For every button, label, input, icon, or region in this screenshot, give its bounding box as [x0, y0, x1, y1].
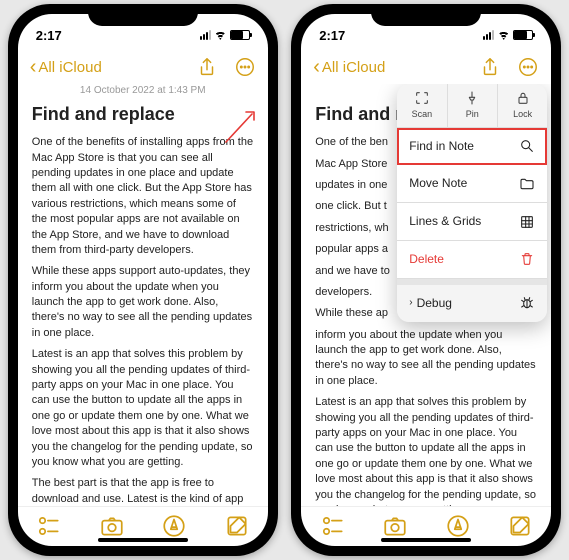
scan-icon — [414, 90, 430, 106]
menu-lines-label: Lines & Grids — [409, 213, 481, 230]
phone-frame-right: 2:17 ‹ All iCloud 14 October 20 — [291, 4, 561, 556]
note-body: One of the benefits of installing apps f… — [32, 135, 254, 506]
compose-icon — [224, 513, 250, 539]
menu-lock[interactable]: Lock — [498, 84, 547, 127]
checklist-button[interactable] — [36, 513, 62, 539]
note-content[interactable]: 14 October 2022 at 1:43 PM Find and repl… — [18, 84, 268, 506]
compose-button[interactable] — [224, 513, 250, 539]
menu-lock-label: Lock — [513, 108, 532, 121]
chevron-right-icon: › — [409, 296, 412, 310]
menu-pin[interactable]: Pin — [448, 84, 498, 127]
back-label: All iCloud — [322, 59, 385, 76]
search-icon — [519, 138, 535, 154]
status-indicators — [200, 30, 250, 40]
screen-left: 2:17 ‹ All iCloud — [18, 14, 268, 546]
share-icon — [196, 56, 218, 78]
status-time: 2:17 — [36, 28, 62, 43]
notch — [88, 4, 198, 26]
grid-icon — [519, 214, 535, 230]
note-timestamp: 14 October 2022 at 1:43 PM — [32, 84, 254, 98]
checklist-button[interactable] — [320, 513, 346, 539]
menu-scan[interactable]: Scan — [397, 84, 447, 127]
note-paragraph: Latest is an app that solves this proble… — [32, 347, 254, 470]
battery-icon — [230, 30, 250, 40]
menu-find-label: Find in Note — [409, 138, 474, 155]
markup-icon — [161, 513, 187, 539]
markup-button[interactable] — [161, 513, 187, 539]
screen-right: 2:17 ‹ All iCloud 14 October 20 — [301, 14, 551, 546]
share-button[interactable] — [196, 56, 218, 78]
ellipsis-circle-icon — [517, 56, 539, 78]
compose-button[interactable] — [507, 513, 533, 539]
home-indicator[interactable] — [98, 538, 188, 542]
menu-pin-label: Pin — [466, 108, 479, 121]
compose-icon — [507, 513, 533, 539]
back-button[interactable]: ‹ All iCloud — [313, 57, 385, 77]
back-label: All iCloud — [38, 59, 101, 76]
camera-button[interactable] — [382, 513, 408, 539]
note-paragraph: inform you about the update when you lau… — [315, 328, 537, 390]
camera-icon — [99, 513, 125, 539]
note-content[interactable]: 14 October 2022 at 1:43 PM Find and repl… — [301, 84, 551, 506]
status-time: 2:17 — [319, 28, 345, 43]
wifi-icon — [497, 30, 510, 40]
nav-bar: ‹ All iCloud — [18, 50, 268, 84]
menu-debug[interactable]: › Debug — [397, 285, 547, 322]
chevron-left-icon: ‹ — [313, 57, 320, 77]
share-button[interactable] — [479, 56, 501, 78]
battery-icon — [513, 30, 533, 40]
more-button[interactable] — [517, 56, 539, 78]
menu-move-label: Move Note — [409, 175, 467, 192]
note-paragraph: The best part is that the app is free to… — [32, 476, 254, 506]
menu-move-note[interactable]: Move Note — [397, 165, 547, 203]
phone-frame-left: 2:17 ‹ All iCloud — [8, 4, 278, 556]
home-indicator[interactable] — [381, 538, 471, 542]
menu-debug-label: Debug — [417, 295, 452, 312]
trash-icon — [519, 251, 535, 267]
nav-bar: ‹ All iCloud — [301, 50, 551, 84]
cellular-icon — [483, 30, 494, 40]
menu-find-in-note[interactable]: Find in Note — [397, 128, 547, 166]
note-paragraph: One of the benefits of installing apps f… — [32, 135, 254, 258]
menu-scan-label: Scan — [412, 108, 433, 121]
checklist-icon — [36, 513, 62, 539]
camera-button[interactable] — [99, 513, 125, 539]
note-title: Find and replace — [32, 102, 254, 127]
notch — [371, 4, 481, 26]
markup-icon — [445, 513, 471, 539]
menu-top-row: Scan Pin Lock — [397, 84, 547, 128]
share-icon — [479, 56, 501, 78]
pin-icon — [464, 90, 480, 106]
more-button[interactable] — [234, 56, 256, 78]
note-paragraph: While these apps support auto-updates, t… — [32, 264, 254, 341]
chevron-left-icon: ‹ — [30, 57, 37, 77]
menu-lines-grids[interactable]: Lines & Grids — [397, 203, 547, 241]
cellular-icon — [200, 30, 211, 40]
markup-button[interactable] — [445, 513, 471, 539]
checklist-icon — [320, 513, 346, 539]
folder-icon — [519, 176, 535, 192]
ellipsis-circle-icon — [234, 56, 256, 78]
lock-icon — [515, 90, 531, 106]
bug-icon — [519, 295, 535, 311]
back-button[interactable]: ‹ All iCloud — [30, 57, 102, 77]
status-indicators — [483, 30, 533, 40]
action-menu: Scan Pin Lock Find in Note M — [397, 84, 547, 322]
menu-delete-label: Delete — [409, 251, 444, 268]
camera-icon — [382, 513, 408, 539]
note-paragraph: Latest is an app that solves this proble… — [315, 395, 537, 506]
menu-delete[interactable]: Delete — [397, 241, 547, 279]
wifi-icon — [214, 30, 227, 40]
